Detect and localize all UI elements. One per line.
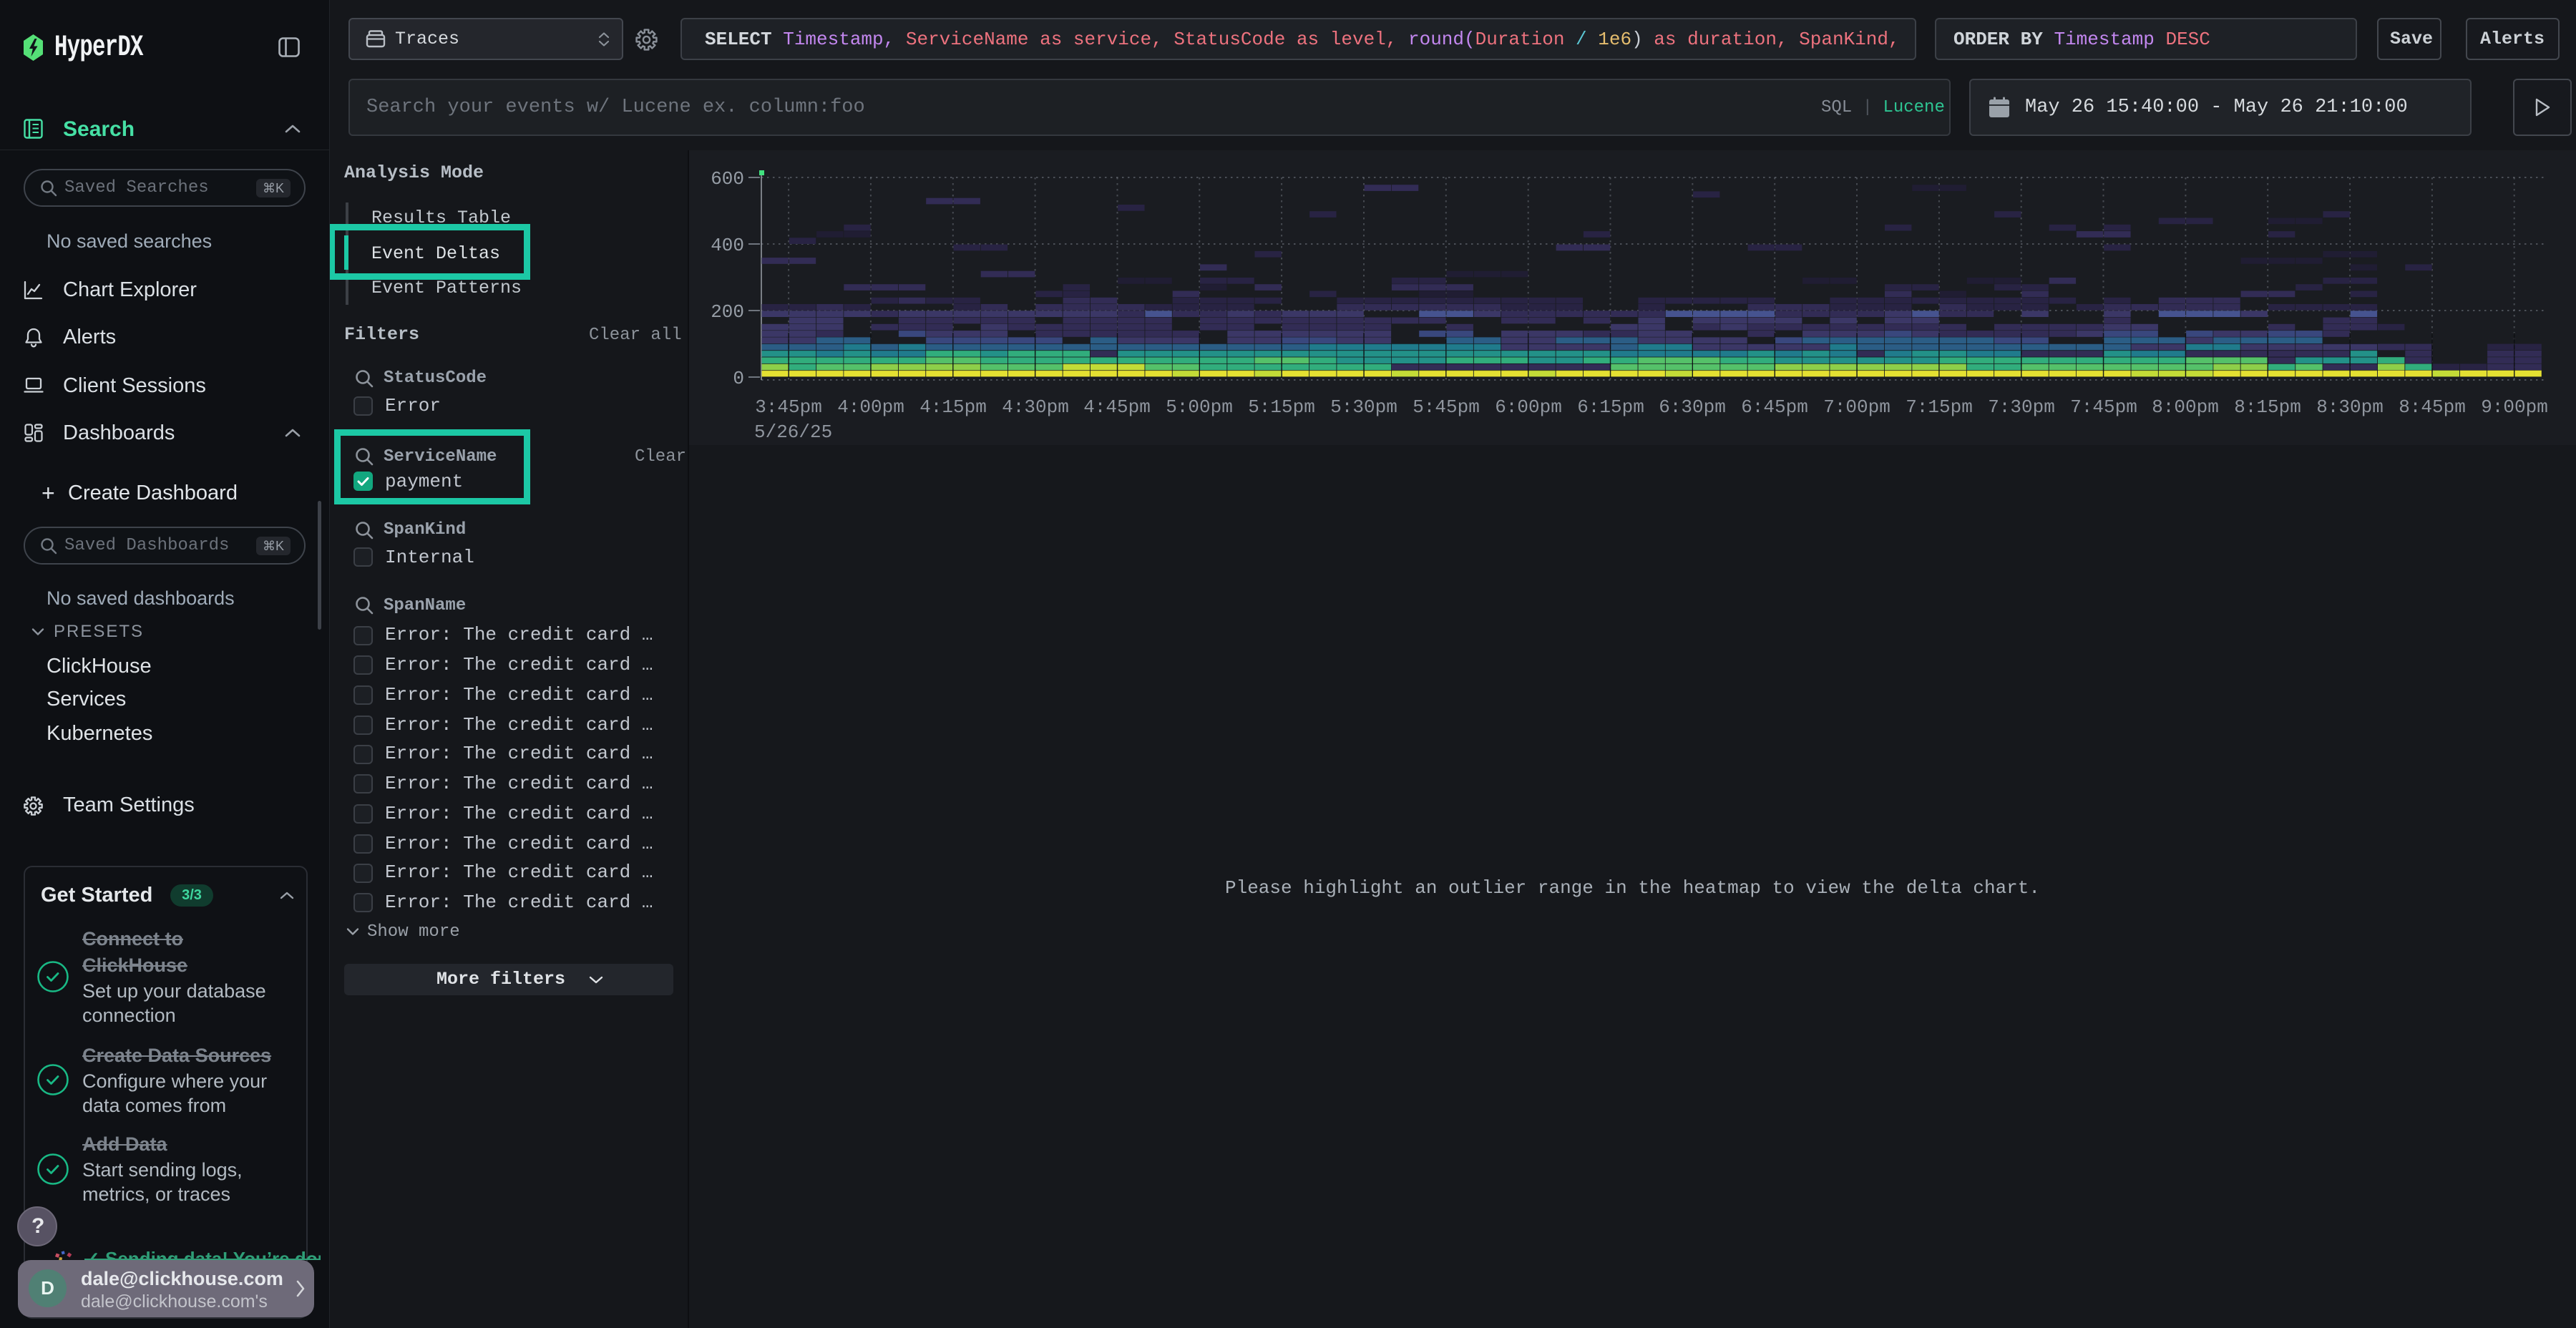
svg-text:6:45pm: 6:45pm — [1741, 396, 1808, 418]
svg-text:5:15pm: 5:15pm — [1248, 396, 1315, 418]
svg-text:400: 400 — [711, 235, 744, 256]
svg-text:8:30pm: 8:30pm — [2316, 396, 2384, 418]
svg-text:5/26/25: 5/26/25 — [754, 421, 832, 443]
svg-text:7:15pm: 7:15pm — [1906, 396, 1973, 418]
svg-text:8:45pm: 8:45pm — [2399, 396, 2466, 418]
svg-text:8:00pm: 8:00pm — [2152, 396, 2219, 418]
svg-text:7:30pm: 7:30pm — [1988, 396, 2055, 418]
svg-text:4:45pm: 4:45pm — [1083, 396, 1151, 418]
svg-text:6:30pm: 6:30pm — [1659, 396, 1726, 418]
svg-text:8:15pm: 8:15pm — [2234, 396, 2301, 418]
svg-text:5:45pm: 5:45pm — [1413, 396, 1480, 418]
svg-text:0: 0 — [733, 368, 744, 389]
svg-text:600: 600 — [711, 168, 744, 190]
svg-text:9:00pm: 9:00pm — [2481, 396, 2548, 418]
svg-text:5:30pm: 5:30pm — [1330, 396, 1397, 418]
svg-text:4:00pm: 4:00pm — [837, 396, 904, 418]
svg-text:5:00pm: 5:00pm — [1166, 396, 1233, 418]
svg-text:200: 200 — [711, 301, 744, 323]
svg-text:3:45pm: 3:45pm — [755, 396, 822, 418]
svg-text:6:00pm: 6:00pm — [1495, 396, 1562, 418]
svg-text:7:45pm: 7:45pm — [2070, 396, 2137, 418]
svg-text:6:15pm: 6:15pm — [1577, 396, 1644, 418]
svg-text:4:30pm: 4:30pm — [1002, 396, 1069, 418]
svg-text:4:15pm: 4:15pm — [919, 396, 987, 418]
svg-text:7:00pm: 7:00pm — [1823, 396, 1890, 418]
